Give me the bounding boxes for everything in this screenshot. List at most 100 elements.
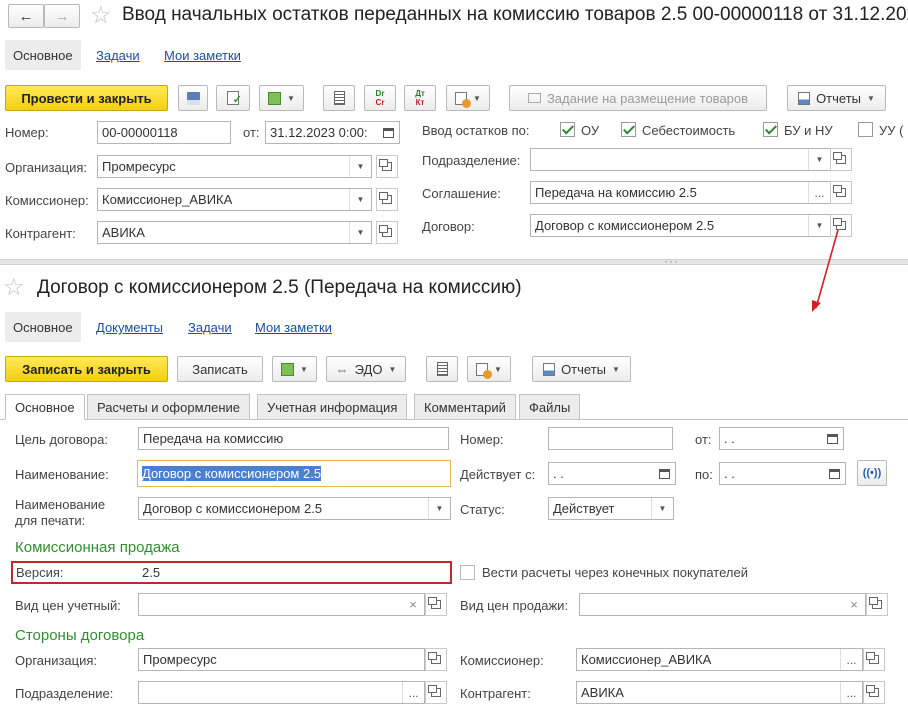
valid-to-field[interactable]: . .	[719, 462, 846, 485]
form-tab-comment[interactable]: Комментарий	[414, 394, 516, 420]
doc2-org-field[interactable]: Промресурс	[138, 648, 425, 671]
doc2-commissioner-field[interactable]: Комиссионер_АВИКА...	[576, 648, 863, 671]
clear-icon[interactable]: ×	[843, 594, 865, 615]
doc1-org-field[interactable]: Промресурс ▼	[97, 155, 372, 178]
window-splitter[interactable]: ···	[0, 254, 908, 268]
doc2-dept-open-button[interactable]	[425, 681, 447, 704]
doc2-title: Договор с комиссионером 2.5 (Передача на…	[37, 277, 522, 298]
form-tab-settlements[interactable]: Расчеты и оформление	[87, 394, 250, 420]
doc2-tab-main[interactable]: Основное	[5, 312, 81, 342]
doc1-agreement-open-button[interactable]	[830, 181, 852, 204]
doc2-from-date-field[interactable]: . .	[719, 427, 844, 450]
doc2-org-open-button[interactable]	[425, 648, 447, 671]
print-doc2-button[interactable]: ▼	[467, 356, 511, 382]
task-placement-button[interactable]: Задание на размещение товаров	[509, 85, 767, 111]
doc1-org-open-button[interactable]	[376, 155, 398, 178]
print-name-field[interactable]: Договор с комиссионером 2.5 ▼	[138, 497, 451, 520]
save-button[interactable]: Записать	[177, 356, 263, 382]
ellipsis-icon[interactable]: ...	[840, 682, 862, 703]
end-buyers-checkbox[interactable]	[460, 565, 475, 580]
forward-button[interactable]: →	[44, 4, 80, 28]
signal-button[interactable]: ((•))	[857, 460, 887, 486]
form-tab-files[interactable]: Файлы	[519, 394, 581, 420]
doc1-number-field[interactable]: 00-00000118	[97, 121, 231, 144]
calendar-icon[interactable]	[653, 463, 675, 484]
form-tab-accounting[interactable]: Учетная информация	[257, 394, 408, 420]
print-icon	[476, 362, 493, 379]
favorite-star-icon[interactable]: ☆	[3, 273, 25, 302]
checkbox-ou[interactable]	[560, 122, 575, 137]
post-doc1-button[interactable]: ✓	[216, 85, 250, 111]
checkbox-bu-nu[interactable]	[763, 122, 778, 137]
valid-from-field[interactable]: . .	[548, 462, 676, 485]
chevron-down-icon[interactable]: ▼	[349, 156, 371, 177]
doc1-dept-field[interactable]: ▼	[530, 148, 831, 171]
doc1-number-label: Номер:	[5, 125, 49, 140]
chevron-down-icon[interactable]: ▼	[349, 189, 371, 210]
doc2-counterparty-field[interactable]: АВИКА...	[576, 681, 863, 704]
list-doc2-button[interactable]	[426, 356, 458, 382]
back-button[interactable]: ←	[8, 4, 44, 28]
name-field-selection: Договор с комиссионером 2.5	[142, 466, 322, 481]
print-doc1-button[interactable]: ▼	[446, 85, 490, 111]
doc2-dept-field[interactable]: ...	[138, 681, 425, 704]
doc1-agreement-field[interactable]: Передача на комиссию 2.5...	[530, 181, 831, 204]
doc2-counterparty-open-button[interactable]	[863, 681, 885, 704]
edo-button[interactable]: ⇔ ЭДО ▼	[326, 356, 406, 382]
chevron-down-icon[interactable]: ▼	[808, 149, 830, 170]
name-field[interactable]: Договор с комиссионером 2.5	[137, 460, 451, 487]
version-highlight-box	[11, 561, 452, 584]
doc1-date-field[interactable]: 31.12.2023 0:00:	[265, 121, 400, 144]
doc2-commissioner-open-button[interactable]	[863, 648, 885, 671]
list-doc1-button[interactable]	[323, 85, 355, 111]
checkbox-uu[interactable]	[858, 122, 873, 137]
dt-ct-movements-doc1-button[interactable]: Dr Cr	[364, 85, 396, 111]
doc1-commissioner-open-button[interactable]	[376, 188, 398, 211]
doc2-tab-tasks[interactable]: Задачи	[188, 320, 232, 335]
doc1-tab-tasks[interactable]: Задачи	[96, 48, 140, 63]
chevron-down-icon[interactable]: ▼	[651, 498, 673, 519]
price-sale-open-button[interactable]	[866, 593, 888, 616]
save-doc1-button[interactable]	[178, 85, 208, 111]
post-and-close-button[interactable]: Провести и закрыть	[5, 85, 168, 111]
ellipsis-icon[interactable]: ...	[402, 682, 424, 703]
ellipsis-icon[interactable]: ...	[808, 182, 830, 203]
checkbox-cost[interactable]	[621, 122, 636, 137]
ellipsis-icon[interactable]: ...	[840, 649, 862, 670]
form-tab-main[interactable]: Основное	[5, 394, 85, 420]
doc1-tab-main[interactable]: Основное	[5, 40, 81, 70]
dt-kt-doc1-button[interactable]: Дт Кт	[404, 85, 436, 111]
create-based-icon	[268, 91, 282, 105]
chevron-down-icon[interactable]: ▼	[428, 498, 450, 519]
calendar-icon[interactable]	[821, 428, 843, 449]
doc2-number-field[interactable]	[548, 427, 673, 450]
save-and-close-button[interactable]: Записать и закрыть	[5, 356, 168, 382]
price-sale-field[interactable]: ×	[579, 593, 866, 616]
favorite-star-icon[interactable]: ☆	[90, 1, 112, 30]
doc2-tab-documents[interactable]: Документы	[96, 320, 163, 335]
doc1-counterparty-open-button[interactable]	[376, 221, 398, 244]
status-field[interactable]: Действует ▼	[548, 497, 674, 520]
valid-to-label: по:	[695, 467, 713, 482]
dr-cr-icon: Dr Cr	[375, 89, 385, 107]
doc1-contract-field[interactable]: Договор с комиссионером 2.5 ▼	[530, 214, 831, 237]
chevron-down-icon[interactable]: ▼	[349, 222, 371, 243]
open-icon	[379, 159, 392, 171]
doc1-counterparty-field[interactable]: АВИКА ▼	[97, 221, 372, 244]
calendar-icon[interactable]	[377, 122, 399, 143]
create-based-on-doc2-button[interactable]: ▼	[272, 356, 317, 382]
balances-by-label: Ввод остатков по:	[422, 123, 530, 138]
doc1-tab-notes[interactable]: Мои заметки	[164, 48, 241, 63]
create-based-on-doc1-button[interactable]: ▼	[259, 85, 304, 111]
reports-doc2-button[interactable]: Отчеты ▼	[532, 356, 631, 382]
doc1-dept-open-button[interactable]	[830, 148, 852, 171]
price-acc-open-button[interactable]	[425, 593, 447, 616]
calendar-icon[interactable]	[823, 463, 845, 484]
price-acc-field[interactable]: ×	[138, 593, 425, 616]
doc1-commissioner-field[interactable]: Комиссионер_АВИКА ▼	[97, 188, 372, 211]
clear-icon[interactable]: ×	[402, 594, 424, 615]
doc2-tab-notes[interactable]: Мои заметки	[255, 320, 332, 335]
purpose-field[interactable]: Передача на комиссию	[138, 427, 449, 450]
edo-icon: ⇔	[335, 361, 349, 377]
reports-doc1-button[interactable]: Отчеты ▼	[787, 85, 886, 111]
